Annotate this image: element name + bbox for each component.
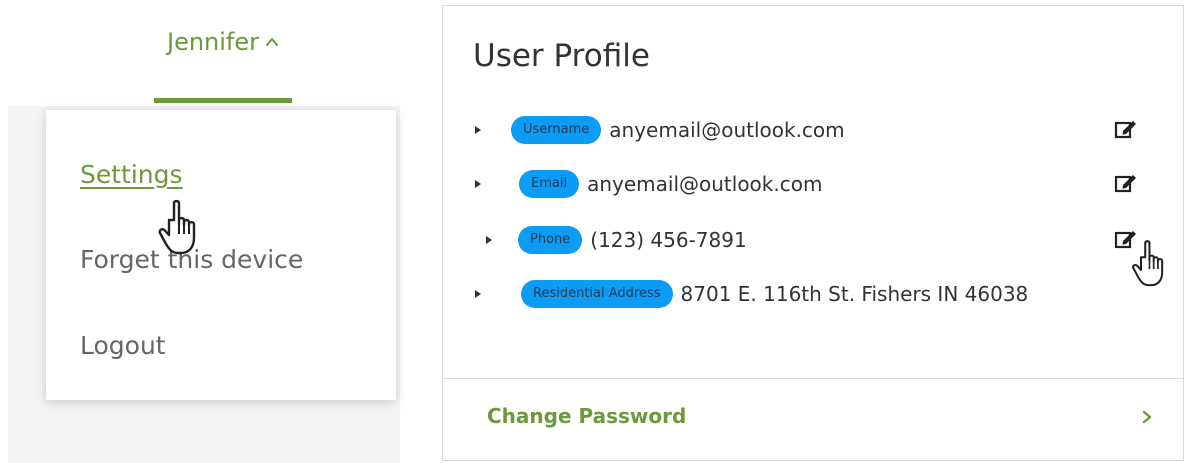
- menu-item-settings[interactable]: Settings: [80, 160, 183, 189]
- profile-field-address: Residential Address 8701 E. 116th St. Fi…: [473, 276, 1173, 312]
- email-value: anyemail@outlook.com: [587, 172, 823, 196]
- email-badge: Email: [519, 170, 580, 198]
- profile-field-username: Username anyemail@outlook.com: [473, 112, 1173, 148]
- change-password-link[interactable]: Change Password: [487, 404, 686, 428]
- user-menu-toggle[interactable]: Jennifer: [154, 22, 292, 62]
- user-profile-card: User Profile Username anyemail@outlook.c…: [442, 5, 1184, 461]
- profile-field-email: Email anyemail@outlook.com: [473, 166, 1173, 202]
- menu-item-forget-device[interactable]: Forget this device: [80, 245, 303, 274]
- phone-badge: Phone: [518, 226, 583, 254]
- caret-right-icon[interactable]: [484, 234, 494, 246]
- page-title: User Profile: [473, 38, 650, 74]
- caret-right-icon[interactable]: [473, 288, 483, 300]
- phone-value: (123) 456-7891: [590, 228, 747, 252]
- divider: [443, 378, 1183, 379]
- edit-icon[interactable]: [1113, 116, 1139, 142]
- caret-right-icon[interactable]: [473, 124, 483, 136]
- profile-field-phone: Phone (123) 456-7891: [484, 222, 1184, 258]
- edit-icon[interactable]: [1113, 226, 1139, 252]
- address-value: 8701 E. 116th St. Fishers IN 46038: [680, 282, 1029, 306]
- user-dropdown: Settings Forget this device Logout: [46, 110, 396, 400]
- caret-right-icon[interactable]: [473, 178, 483, 190]
- address-badge: Residential Address: [521, 280, 673, 308]
- chevron-up-icon: [266, 38, 278, 46]
- menu-item-logout[interactable]: Logout: [80, 331, 166, 360]
- username-badge: Username: [511, 116, 602, 144]
- username-value: anyemail@outlook.com: [609, 118, 845, 142]
- user-menu-panel: Jennifer Settings Forget this device Log…: [0, 0, 400, 463]
- edit-icon[interactable]: [1113, 170, 1139, 196]
- username-label: Jennifer: [166, 28, 259, 56]
- chevron-right-icon[interactable]: [1140, 409, 1154, 425]
- active-menu-indicator: [154, 98, 292, 103]
